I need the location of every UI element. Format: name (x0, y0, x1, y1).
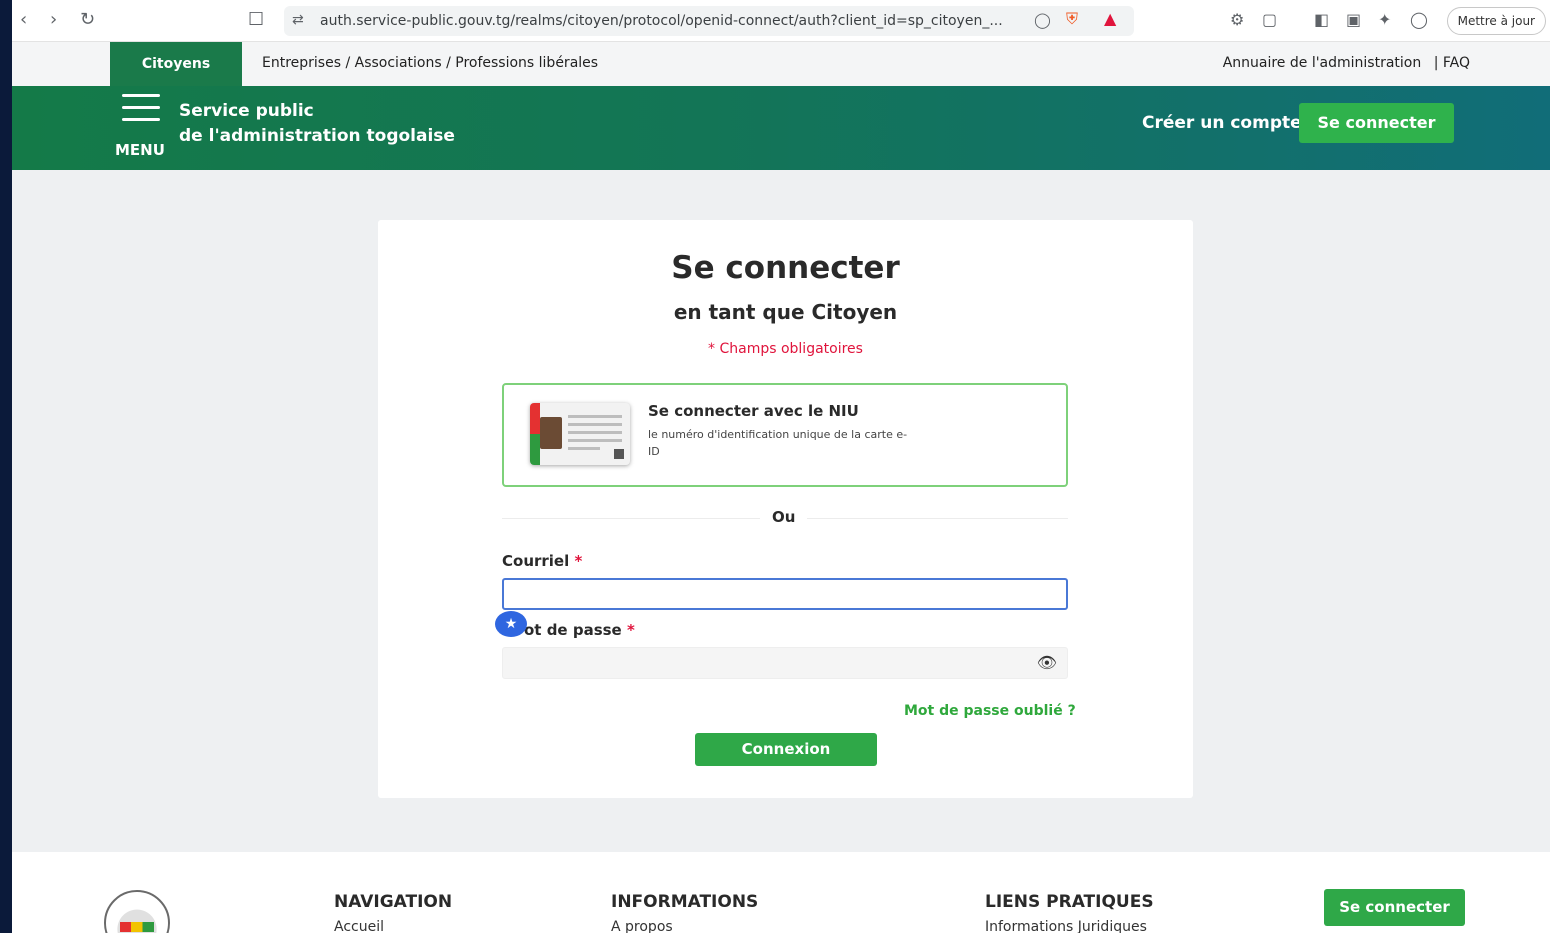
email-field[interactable] (502, 578, 1068, 610)
browser-toolbar: ‹ › ↻ ☐ ⇄ auth.service-public.gouv.tg/re… (12, 0, 1550, 42)
brand-line1: Service public (179, 101, 314, 121)
leo-icon[interactable]: ✦ (1378, 10, 1391, 30)
niu-description: le numéro d'identification unique de la … (648, 428, 908, 458)
share-icon[interactable]: ◯ (1034, 10, 1051, 30)
footer-apropos-link[interactable]: A propos (611, 919, 673, 933)
required-star: * (574, 552, 583, 570)
browser-window: ‹ › ↻ ☐ ⇄ auth.service-public.gouv.tg/re… (12, 0, 1550, 933)
password-field[interactable]: 👁 (502, 647, 1068, 679)
brand-line2: de l'administration togolaise (179, 126, 455, 146)
footer-navigation-heading: NAVIGATION (334, 892, 453, 912)
password-label-text: ot de passe (524, 621, 622, 639)
address-bar[interactable]: ⇄ auth.service-public.gouv.tg/realms/cit… (284, 6, 1134, 36)
extensions-icon[interactable]: ⚙ (1230, 10, 1244, 30)
email-label-text: Courriel (502, 552, 570, 570)
emblem-logo (104, 890, 170, 933)
niu-title: Se connecter avec le NIU (648, 402, 859, 420)
menu-icon[interactable] (122, 94, 160, 126)
site-header: MENU Service public de l'administration … (12, 86, 1550, 170)
back-icon[interactable]: ‹ (20, 10, 27, 30)
niu-login-option[interactable]: Se connecter avec le NIU le numéro d'ide… (502, 383, 1068, 487)
password-label: ot de passe * (524, 621, 635, 639)
eye-icon[interactable]: 👁 (1037, 655, 1057, 671)
tab-citoyens[interactable]: Citoyens (110, 42, 242, 86)
page-subtitle: en tant que Citoyen (673, 300, 898, 324)
menu-label[interactable]: MENU (115, 141, 165, 159)
connexion-button[interactable]: Connexion (695, 733, 877, 766)
footer-connect-button[interactable]: Se connecter (1324, 889, 1465, 926)
id-card-image (530, 403, 630, 465)
forgot-password-link[interactable]: Mot de passe oublié ? (904, 703, 1076, 719)
tab-icon[interactable]: ▣ (1346, 10, 1361, 30)
tab-entreprises[interactable]: Entreprises / Associations / Professions… (262, 55, 598, 71)
top-navigation: Citoyens Entreprises / Associations / Pr… (12, 42, 1550, 86)
header-connect-button[interactable]: Se connecter (1299, 103, 1454, 143)
footer-informations-heading: INFORMATIONS (611, 892, 759, 912)
reload-icon[interactable]: ↻ (80, 10, 95, 30)
forward-icon[interactable]: › (50, 10, 57, 30)
required-star: * (626, 621, 635, 639)
bookmark-icon[interactable]: ☐ (248, 10, 264, 30)
email-label: Courriel * (502, 552, 582, 570)
annuaire-link[interactable]: Annuaire de l'administration (1223, 55, 1422, 71)
faq-link[interactable]: | FAQ (1434, 55, 1470, 71)
password-manager-icon[interactable]: ★ (495, 611, 527, 637)
footer-accueil-link[interactable]: Accueil (334, 919, 384, 933)
site-settings-icon[interactable]: ⇄ (292, 10, 304, 30)
top-links: Annuaire de l'administration | FAQ (1223, 55, 1470, 71)
vpn-icon[interactable]: ◯ (1410, 10, 1428, 30)
brave-shield-icon[interactable]: ⛨ (1066, 9, 1078, 29)
login-card: Se connecter en tant que Citoyen * Champ… (378, 220, 1193, 798)
footer-juridiques-link[interactable]: Informations Juridiques (985, 919, 1147, 933)
required-note: * Champs obligatoires (708, 341, 863, 357)
page-title: Se connecter (671, 250, 900, 286)
create-account-link[interactable]: Créer un compte (1142, 113, 1302, 133)
brand-title[interactable]: Service public de l'administration togol… (179, 99, 455, 149)
update-button[interactable]: Mettre à jour (1446, 7, 1546, 35)
url-text: auth.service-public.gouv.tg/realms/citoy… (320, 13, 1003, 29)
footer-liens-heading: LIENS PRATIQUES (985, 892, 1154, 912)
separator-label: Ou (760, 508, 808, 526)
sidebar-icon[interactable]: ◧ (1314, 10, 1329, 30)
site-footer: NAVIGATION Accueil INFORMATIONS A propos… (12, 852, 1550, 933)
rewards-icon[interactable]: ▲ (1104, 9, 1116, 29)
wallet-icon[interactable]: ▢ (1262, 10, 1277, 30)
